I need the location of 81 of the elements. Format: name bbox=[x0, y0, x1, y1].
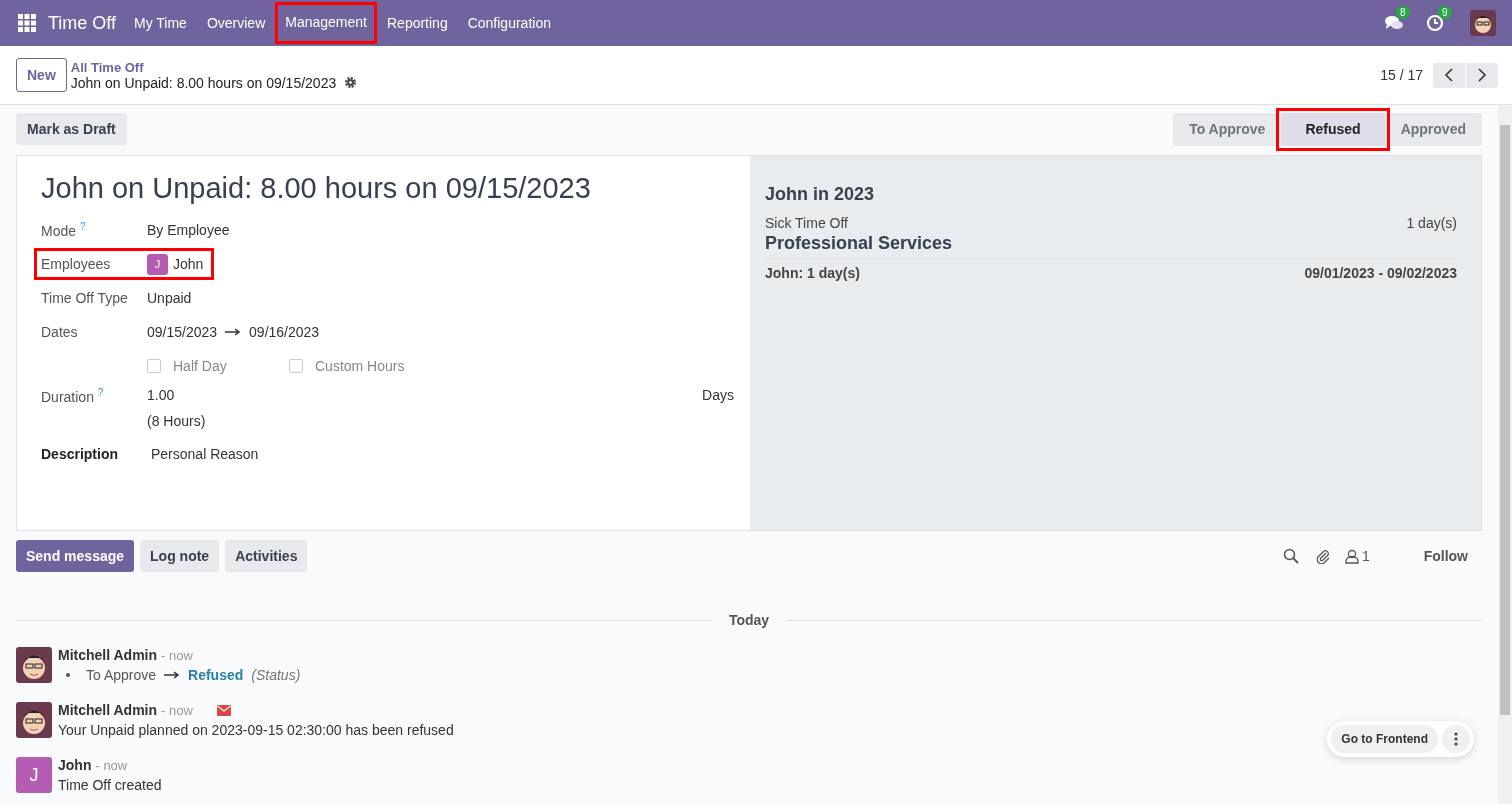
follow-link[interactable]: Follow bbox=[1423, 548, 1468, 564]
summary-value: 1 day(s) bbox=[1406, 215, 1457, 231]
paperclip-icon[interactable] bbox=[1314, 548, 1331, 564]
arrow-right-icon bbox=[225, 328, 242, 336]
user-avatar-icon[interactable] bbox=[1470, 10, 1496, 36]
follower-icon[interactable] bbox=[1344, 548, 1359, 564]
date-separator: Today bbox=[728, 612, 770, 628]
tracking-field: (Status) bbox=[251, 667, 301, 683]
employee-avatar: J bbox=[147, 253, 168, 275]
status-stage[interactable]: To Approve bbox=[1173, 112, 1282, 146]
search-icon[interactable] bbox=[1282, 548, 1299, 564]
envelope-icon bbox=[216, 704, 231, 716]
field-label: Duration $^{?}$ bbox=[41, 387, 105, 405]
unit-label: Days bbox=[702, 387, 734, 403]
hours-note: (8 Hours) bbox=[147, 413, 207, 429]
summary-value: 09/01/2023 - 09/02/2023 bbox=[1304, 265, 1457, 281]
arrow-right-icon bbox=[164, 671, 181, 679]
menu-item[interactable]: Reporting bbox=[377, 3, 458, 43]
field-value: By Employee bbox=[147, 222, 230, 238]
field-label: Description bbox=[41, 446, 119, 462]
user-initial-avatar: J bbox=[16, 757, 52, 793]
message-text: Your Unpaid planned on 2023-09-15 02:30:00 has been refused bbox=[58, 722, 454, 738]
section-title: Professional Services bbox=[765, 233, 1457, 259]
go-to-frontend-button[interactable]: Go to Frontend bbox=[1331, 725, 1438, 753]
user-avatar-icon bbox=[16, 647, 52, 683]
date-from: 09/15/2023 bbox=[147, 324, 218, 340]
message-time: - now bbox=[161, 647, 193, 663]
settings-icon[interactable] bbox=[344, 76, 358, 89]
chatter-button[interactable]: Log note bbox=[140, 540, 220, 572]
previous-button[interactable] bbox=[1433, 62, 1465, 88]
summary-label: Sick Time Off bbox=[765, 215, 848, 231]
chat-bubbles-icon[interactable] bbox=[1384, 14, 1404, 32]
pager-counter: 15 / 17 bbox=[1380, 67, 1423, 83]
apps-grid-icon[interactable] bbox=[18, 14, 36, 32]
clock-icon[interactable] bbox=[1426, 14, 1444, 32]
chatter-button[interactable]: Send message bbox=[16, 540, 135, 572]
message-author: John bbox=[58, 757, 92, 773]
field-label: Mode $^{?}$ bbox=[41, 221, 87, 239]
employee-tag[interactable]: John bbox=[173, 256, 204, 272]
checkbox[interactable] bbox=[147, 359, 161, 373]
message-author: Mitchell Admin bbox=[58, 702, 158, 718]
checkbox[interactable] bbox=[289, 359, 303, 373]
record-title: John on Unpaid: 8.00 hours on 09/15/2023 bbox=[70, 74, 337, 91]
menu-item[interactable]: My Time bbox=[124, 3, 197, 43]
field-value: 1.00 bbox=[147, 387, 175, 403]
tracking-new-value: Refused bbox=[188, 667, 244, 683]
message-text: Time Off created bbox=[58, 777, 162, 793]
checkbox-label: Custom Hours bbox=[315, 358, 405, 374]
chatter-button[interactable]: Activities bbox=[225, 540, 308, 572]
date-to: 09/16/2023 bbox=[249, 324, 320, 340]
message-author: Mitchell Admin bbox=[58, 647, 158, 663]
menu-item[interactable]: Configuration bbox=[457, 3, 561, 43]
new-button[interactable]: New bbox=[16, 58, 67, 92]
summary-label: John: 1 day(s) bbox=[765, 265, 860, 281]
message-time: - now bbox=[95, 757, 128, 773]
activity-count-badge: 9 bbox=[1438, 6, 1452, 19]
message-count-badge: 8 bbox=[1396, 6, 1410, 19]
description-text: Personal Reason bbox=[151, 446, 259, 462]
checkbox-label: Half Day bbox=[173, 358, 227, 374]
summary-title: John in 2023 bbox=[765, 184, 876, 205]
menu-item[interactable]: Management bbox=[275, 2, 377, 44]
form-title: John on Unpaid: 8.00 hours on 09/15/2023 bbox=[41, 172, 592, 205]
field-label: Time Off Type bbox=[41, 290, 129, 306]
mark-as-draft-button[interactable]: Mark as Draft bbox=[16, 113, 127, 145]
next-button[interactable] bbox=[1466, 62, 1498, 88]
chevron-right-icon bbox=[1477, 68, 1487, 82]
bullet-icon bbox=[66, 673, 70, 677]
field-label: Employees bbox=[41, 256, 112, 272]
user-avatar-icon bbox=[16, 702, 52, 738]
field-label: Dates bbox=[41, 324, 79, 340]
follower-count[interactable]: 1 bbox=[1361, 548, 1370, 564]
vertical-dots-icon bbox=[1454, 732, 1458, 746]
status-stage[interactable]: Approved bbox=[1384, 112, 1482, 146]
field-value: Unpaid bbox=[147, 290, 192, 306]
tracking-old-value: To Approve bbox=[86, 667, 157, 683]
menu-item[interactable]: Overview bbox=[196, 3, 276, 43]
chevron-left-icon bbox=[1444, 68, 1454, 82]
scrollbar[interactable] bbox=[1498, 105, 1512, 804]
app-name[interactable]: Time Off bbox=[48, 12, 116, 34]
breadcrumb-link[interactable]: All Time Off bbox=[70, 59, 358, 75]
message-time: - now bbox=[161, 702, 193, 718]
